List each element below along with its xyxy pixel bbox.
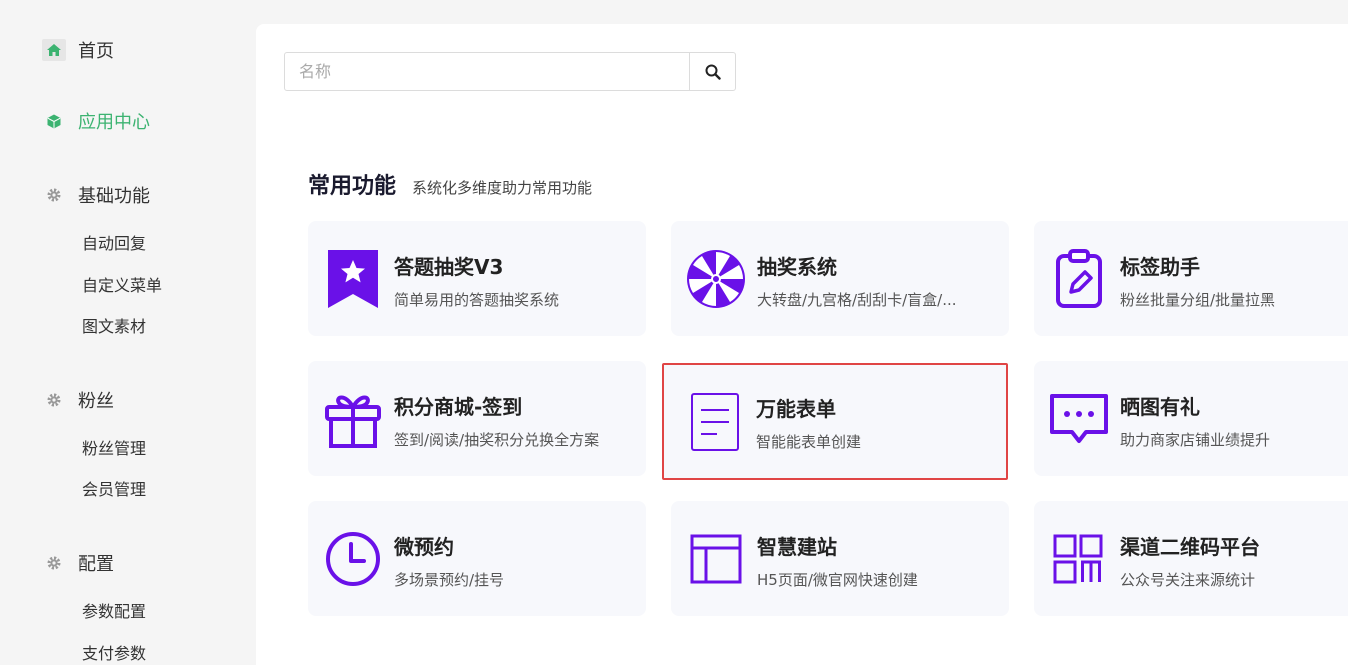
nav-member-manage[interactable]: 会员管理 [82,476,146,500]
section-title: 常用功能 [308,174,397,199]
nav-group-config-label: 配置 [78,554,114,575]
nav-pay-param[interactable]: 支付参数 [82,640,146,664]
search-box [284,52,736,91]
search-icon [705,64,721,80]
nav-auto-reply[interactable]: 自动回复 [82,230,146,254]
nav-group-fans-label: 粉丝 [78,391,114,412]
search-button[interactable] [689,53,735,90]
app-card-universal-form[interactable]: 万能表单 智能能表单创建 [662,363,1008,480]
app-card-photo-gift[interactable]: 晒图有礼 助力商家店铺业绩提升 [1034,361,1348,476]
main-panel: 常用功能 系统化多维度助力常用功能 答题抽奖V3 简单易用的答题抽奖系统 [256,24,1348,665]
app-card-points-mall[interactable]: 积分商城-签到 签到/阅读/抽奖积分兑换全方案 [308,361,646,476]
nav-group-config[interactable]: 配置 [42,550,114,576]
card-title: 晒图有礼 [1120,395,1200,419]
wheel-icon [685,248,747,310]
card-desc: 助力商家店铺业绩提升 [1120,431,1271,449]
section-subtitle: 系统化多维度助力常用功能 [412,179,593,197]
card-desc: 智能能表单创建 [756,433,862,451]
clock-icon [322,528,384,590]
app-card-tag-helper[interactable]: 标签助手 粉丝批量分组/批量拉黑 [1034,221,1348,336]
nav-app-center-label: 应用中心 [78,112,150,133]
gear-icon [42,552,66,574]
card-desc: H5页面/微官网快速创建 [757,571,918,589]
card-desc: 粉丝批量分组/批量拉黑 [1120,291,1276,309]
layout-icon [685,528,747,590]
nav-home-label: 首页 [78,41,114,62]
card-title: 渠道二维码平台 [1120,535,1260,559]
nav-group-fans[interactable]: 粉丝 [42,387,114,413]
qrcode-icon [1048,528,1110,590]
nav-fans-manage[interactable]: 粉丝管理 [82,435,146,459]
clipboard-pen-icon [1048,248,1110,310]
card-title: 万能表单 [756,397,836,421]
app-card-booking[interactable]: 微预约 多场景预约/挂号 [308,501,646,616]
home-icon [42,39,66,61]
gear-icon [42,184,66,206]
card-desc: 多场景预约/挂号 [394,571,505,589]
card-title: 答题抽奖V3 [394,255,504,279]
nav-media[interactable]: 图文素材 [82,313,146,337]
section-header: 常用功能 系统化多维度助力常用功能 [308,168,592,200]
ribbon-star-icon [322,248,384,310]
card-desc: 签到/阅读/抽奖积分兑换全方案 [394,431,600,449]
nav-home[interactable]: 首页 [42,37,114,63]
nav-custom-menu[interactable]: 自定义菜单 [82,272,162,296]
search-input[interactable] [285,53,689,90]
gift-icon [322,388,384,450]
app-card-quiz-lottery[interactable]: 答题抽奖V3 简单易用的答题抽奖系统 [308,221,646,336]
card-desc: 大转盘/九宫格/刮刮卡/盲盒/... [757,291,957,309]
app-card-qrcode-platform[interactable]: 渠道二维码平台 公众号关注来源统计 [1034,501,1348,616]
app-card-site-builder[interactable]: 智慧建站 H5页面/微官网快速创建 [671,501,1009,616]
card-desc: 公众号关注来源统计 [1120,571,1256,589]
card-title: 积分商城-签到 [394,395,523,419]
nav-app-center[interactable]: 应用中心 [42,108,150,134]
nav-group-basic[interactable]: 基础功能 [42,182,150,208]
app-card-lottery[interactable]: 抽奖系统 大转盘/九宫格/刮刮卡/盲盒/... [671,221,1009,336]
card-title: 抽奖系统 [757,255,837,279]
gear-icon [42,389,66,411]
form-document-icon [684,391,746,453]
card-title: 智慧建站 [757,535,837,559]
nav-group-basic-label: 基础功能 [78,186,150,207]
card-title: 标签助手 [1120,255,1200,279]
card-desc: 简单易用的答题抽奖系统 [394,291,560,309]
nav-param-config[interactable]: 参数配置 [82,598,146,622]
cube-icon [42,110,66,132]
card-title: 微预约 [394,535,454,559]
chat-bubble-icon [1048,388,1110,450]
sidebar: 首页 应用中心 基础功能 自动回复 自定义菜单 图文素材 粉丝 粉丝管理 会员管… [0,0,256,665]
